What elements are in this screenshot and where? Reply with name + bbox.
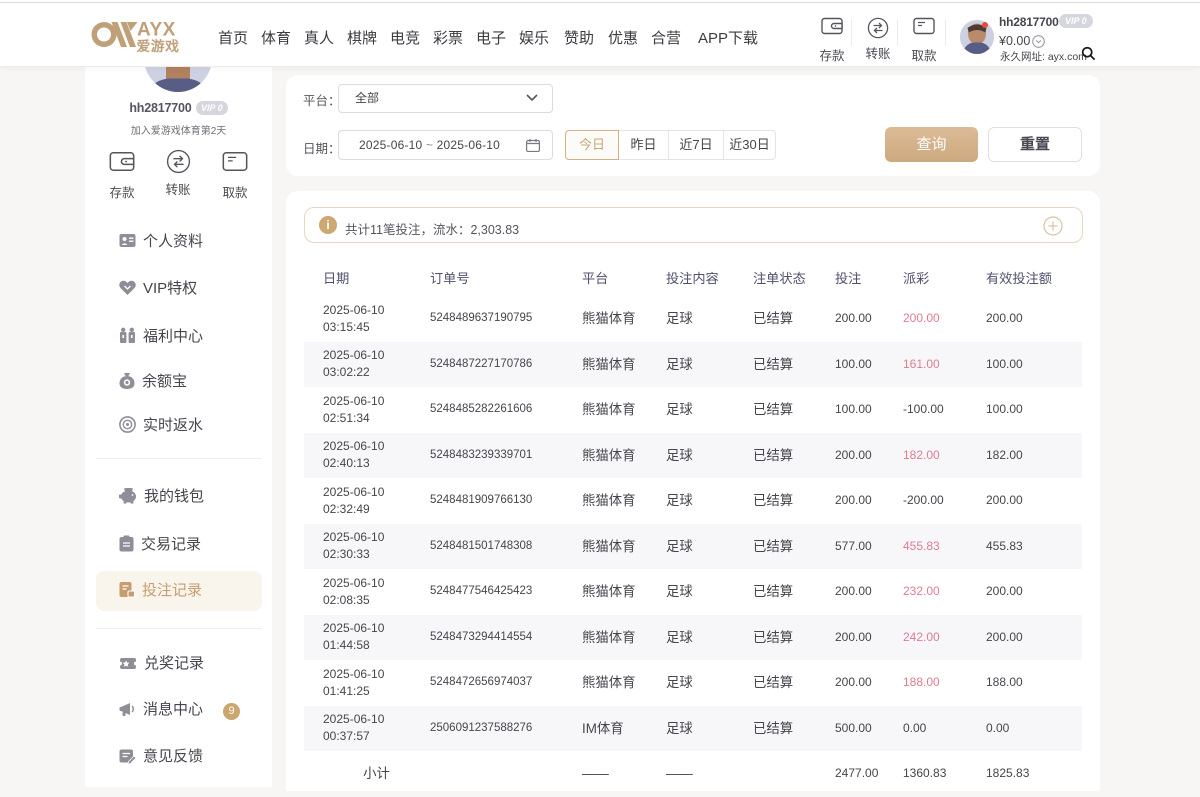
svg-text:AYX: AYX bbox=[137, 20, 176, 41]
svg-text:爱游戏: 爱游戏 bbox=[137, 38, 180, 54]
